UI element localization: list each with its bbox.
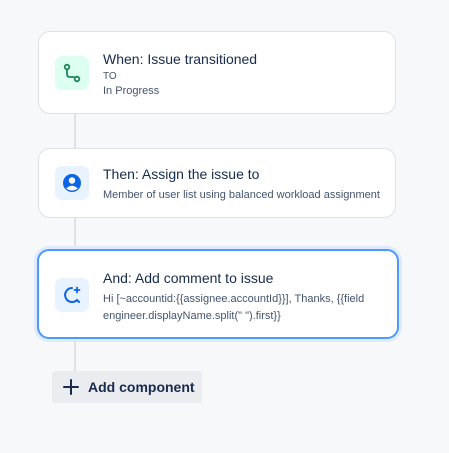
transition-icon [55,56,89,90]
add-component-label: Add component [88,379,195,395]
comment-body-line1: Hi [~accountid:{{assignee.accountId}}], … [103,293,365,305]
user-avatar-icon [55,166,89,200]
assign-title: Then: Assign the issue to [103,166,260,182]
trigger-card[interactable]: When: Issue transitioned TO In Progress [38,31,396,114]
plus-icon [62,378,80,396]
assign-description: Member of user list using balanced workl… [103,189,380,201]
comment-title: And: Add comment to issue [103,270,274,286]
trigger-to-status: In Progress [103,85,160,97]
connector-line [74,113,76,149]
comment-add-icon [55,278,89,312]
connector-line [74,339,76,373]
connector-line [74,217,76,250]
assign-action-card[interactable]: Then: Assign the issue to Member of user… [38,148,396,218]
trigger-title: When: Issue transitioned [103,51,258,67]
add-component-button[interactable]: Add component [52,371,202,403]
comment-action-card[interactable]: And: Add comment to issue Hi [~accountid… [37,249,399,339]
comment-body-line2: engineer.displayName.split(" ").first}} [103,310,281,322]
